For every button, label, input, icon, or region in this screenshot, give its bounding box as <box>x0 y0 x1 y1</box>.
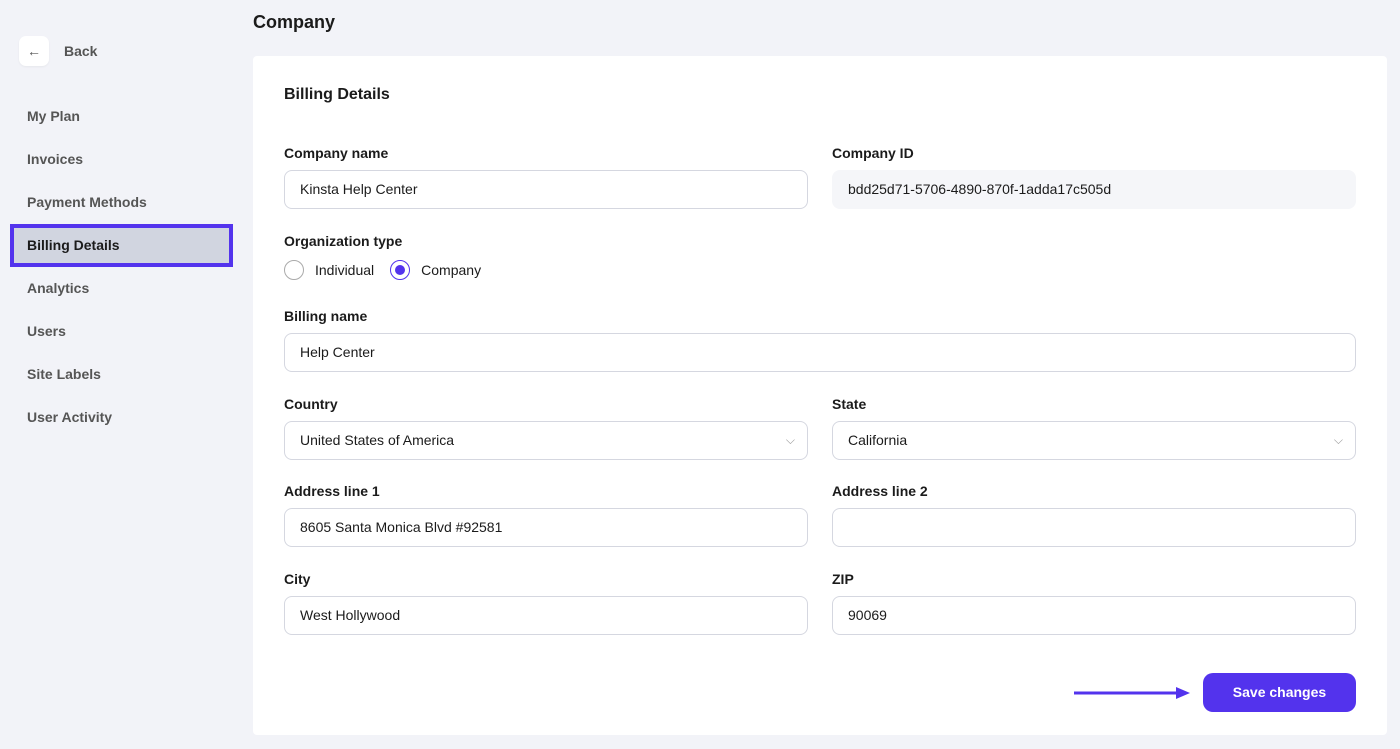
address2-input[interactable] <box>832 508 1356 547</box>
state-select[interactable]: California ⌵ <box>832 421 1356 460</box>
billing-name-input[interactable]: Help Center <box>284 333 1356 372</box>
company-name-label: Company name <box>284 145 808 161</box>
sidebar-item-user-activity[interactable]: User Activity <box>10 396 233 439</box>
city-label: City <box>284 571 808 587</box>
org-type-label: Organization type <box>284 233 402 249</box>
page-title: Company <box>253 12 335 33</box>
company-name-input[interactable]: Kinsta Help Center <box>284 170 808 209</box>
radio-individual[interactable] <box>284 260 304 280</box>
company-id-field: bdd25d71-5706-4890-870f-1adda17c505d <box>832 170 1356 209</box>
sidebar-item-users[interactable]: Users <box>10 310 233 353</box>
billing-name-label: Billing name <box>284 308 1356 324</box>
billing-details-card: Billing Details Company name Kinsta Help … <box>253 56 1387 735</box>
back-button[interactable]: ←Back <box>19 36 97 66</box>
country-value: United States of America <box>300 432 454 448</box>
zip-input[interactable]: 90069 <box>832 596 1356 635</box>
sidebar-item-analytics[interactable]: Analytics <box>10 267 233 310</box>
section-title: Billing Details <box>284 86 390 104</box>
zip-label: ZIP <box>832 571 1356 587</box>
state-label: State <box>832 396 1356 412</box>
address2-label: Address line 2 <box>832 483 1356 499</box>
state-value: California <box>848 432 907 448</box>
address1-input[interactable]: 8605 Santa Monica Blvd #92581 <box>284 508 808 547</box>
radio-company-label[interactable]: Company <box>421 262 481 278</box>
sidebar-item-payment-methods[interactable]: Payment Methods <box>10 181 233 224</box>
sidebar-item-invoices[interactable]: Invoices <box>10 138 233 181</box>
sidebar-nav: My Plan Invoices Payment Methods Billing… <box>10 95 233 439</box>
city-input[interactable]: West Hollywood <box>284 596 808 635</box>
radio-company[interactable] <box>390 260 410 280</box>
sidebar-item-my-plan[interactable]: My Plan <box>10 95 233 138</box>
radio-individual-label[interactable]: Individual <box>315 262 374 278</box>
country-label: Country <box>284 396 808 412</box>
sidebar-item-billing-details[interactable]: Billing Details <box>10 224 233 267</box>
company-id-label: Company ID <box>832 145 1356 161</box>
chevron-down-icon: ⌵ <box>786 422 795 459</box>
chevron-down-icon: ⌵ <box>1334 422 1343 459</box>
arrow-right-icon <box>1074 686 1192 700</box>
country-select[interactable]: United States of America ⌵ <box>284 421 808 460</box>
save-changes-button[interactable]: Save changes <box>1203 673 1356 712</box>
arrow-left-icon: ← <box>19 36 49 66</box>
address1-label: Address line 1 <box>284 483 808 499</box>
sidebar-item-site-labels[interactable]: Site Labels <box>10 353 233 396</box>
